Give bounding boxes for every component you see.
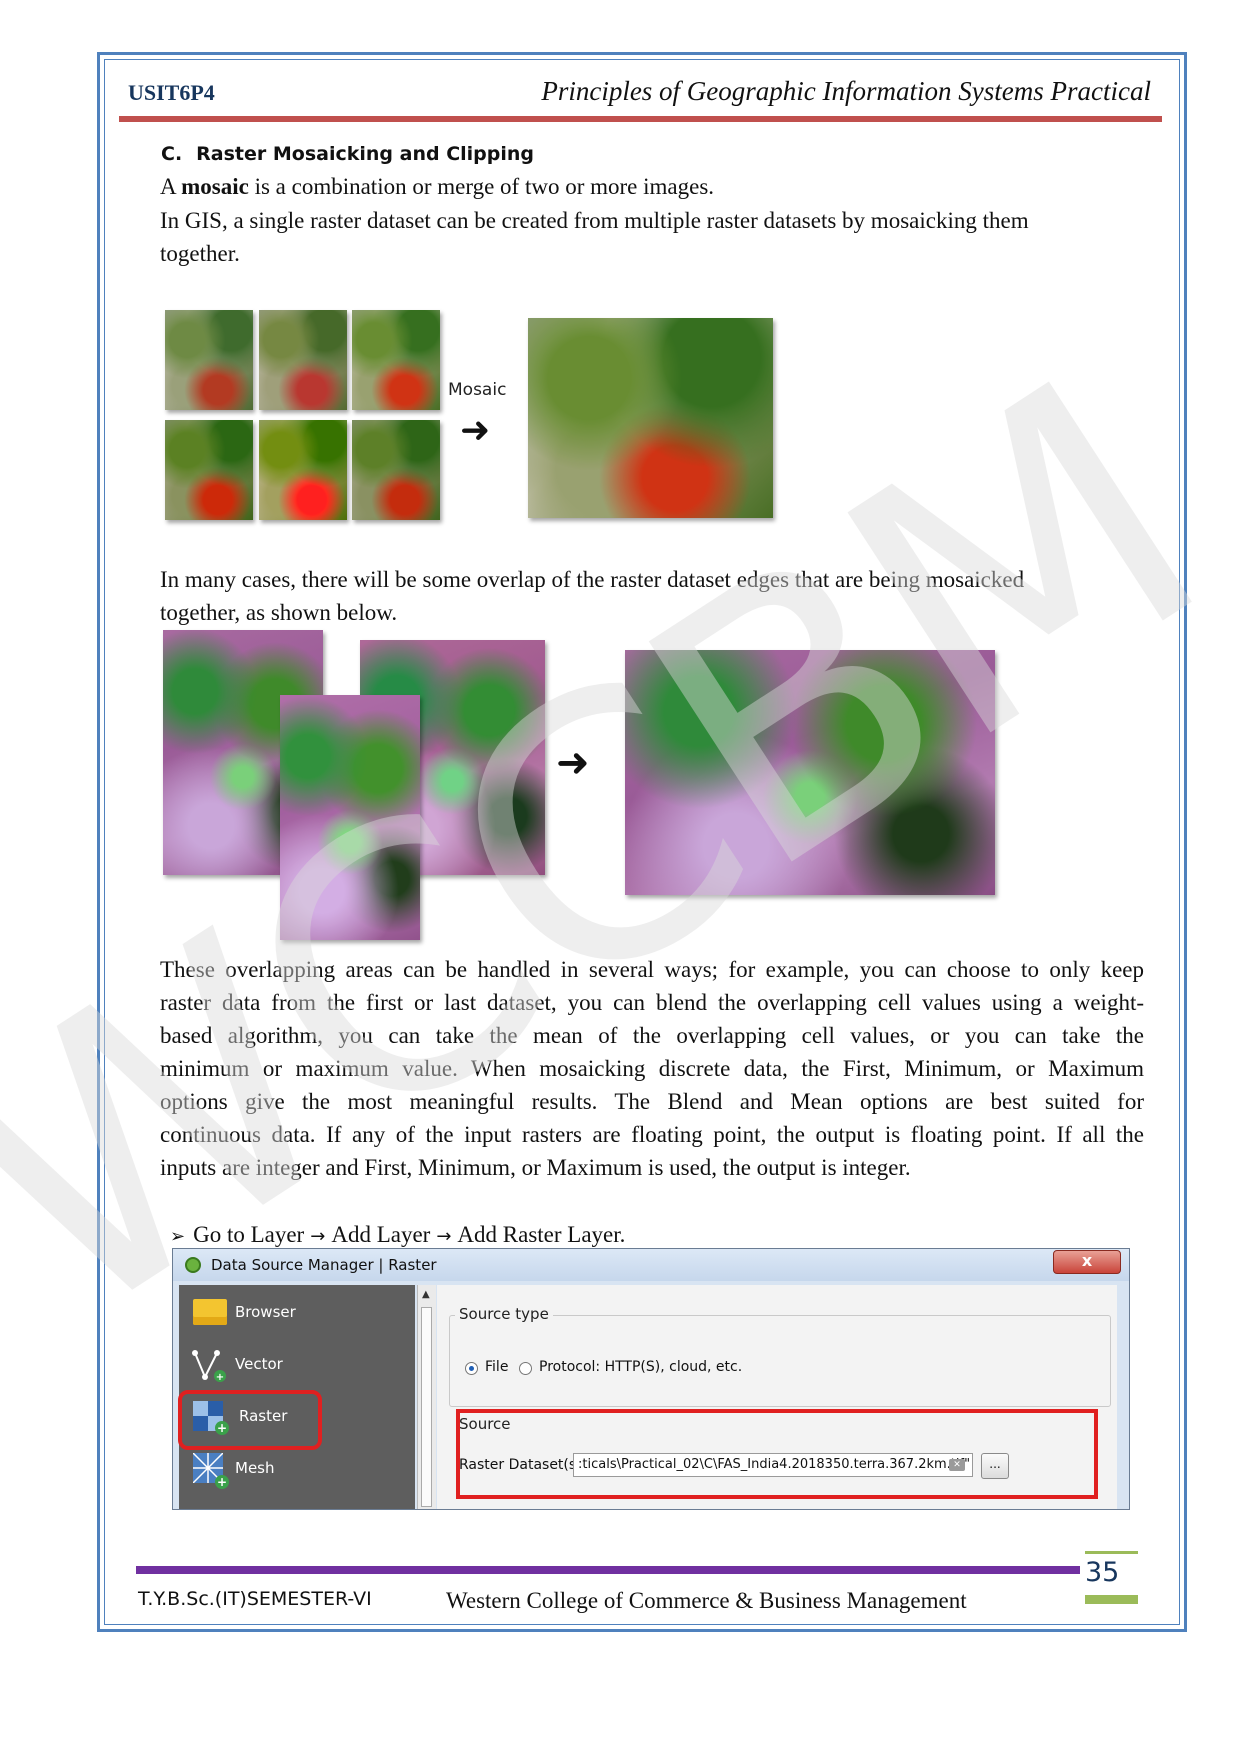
mosaic-label: Mosaic (448, 380, 507, 400)
bullet-arrow-icon: ➢ (170, 1226, 186, 1247)
protocol-radio-label: Protocol: HTTP(S), cloud, etc. (539, 1359, 743, 1375)
step-instruction: ➢ Go to Layer → Add Layer → Add Raster Layer. (170, 1222, 626, 1247)
source-type-label: Source type (455, 1305, 553, 1323)
file-radio-label: File (485, 1359, 509, 1375)
overlap-text-line-1: In many cases, there will be some overla… (160, 567, 1025, 592)
footer-college: Western College of Commerce & Business M… (446, 1588, 967, 1613)
dialog-title-bar: Data Source Manager | Raster x (173, 1249, 1129, 1281)
right-arrow-icon: ➜ (556, 740, 590, 786)
raster-highlight-box (178, 1390, 322, 1450)
section-heading: C. Raster Mosaicking and Clipping (161, 143, 534, 165)
sidebar-item-vector[interactable]: + Vector (187, 1343, 407, 1389)
raster-tile-4 (165, 420, 253, 520)
qgis-logo-icon (185, 1257, 201, 1273)
svg-text:+: + (216, 1372, 224, 1383)
raster-tile-1 (165, 310, 253, 410)
vector-layer-icon: + (192, 1350, 226, 1383)
mosaic-result-image (528, 318, 773, 518)
section-letter: C. (161, 143, 183, 165)
raster-tile-2 (259, 310, 347, 410)
intro-paragraph-1: A mosaic is a combination or merge of tw… (160, 174, 715, 199)
add-icon: + (215, 1475, 229, 1489)
sidebar-scrollbar[interactable]: ▲ (417, 1285, 436, 1509)
file-radio[interactable] (465, 1362, 478, 1375)
raster-tile-6 (352, 420, 440, 520)
section-title: Raster Mosaicking and Clipping (196, 143, 535, 165)
footer-semester: T.Y.B.Sc.(IT)SEMESTER-VI (138, 1588, 372, 1610)
course-code: USIT6P4 (128, 80, 215, 105)
document-title: Principles of Geographic Information Sys… (541, 76, 1151, 106)
sidebar-item-browser[interactable]: Browser (187, 1291, 407, 1337)
arrow-icon: → (436, 1226, 452, 1247)
protocol-radio[interactable] (519, 1362, 532, 1375)
intro-paragraph-2-line-1: In GIS, a single raster dataset can be c… (160, 208, 1029, 233)
scroll-up-icon[interactable]: ▲ (422, 1289, 430, 1300)
raster-tile-5 (259, 420, 347, 520)
scrollbar-thumb[interactable] (421, 1307, 432, 1507)
header-rule (119, 116, 1162, 122)
overlap-raster-3 (280, 695, 420, 940)
page-number: 35 (1085, 1557, 1120, 1588)
footer-rule (136, 1566, 1080, 1574)
mosaic-term: mosaic (181, 174, 249, 199)
intro-paragraph-2-line-2: together. (160, 241, 240, 266)
right-arrow-icon: ➜ (460, 410, 491, 451)
source-highlight-box (456, 1409, 1098, 1499)
overlap-result-image (625, 650, 995, 895)
page-number-accent-top (1085, 1551, 1138, 1554)
raster-tile-3 (352, 310, 440, 410)
page-number-accent-bottom (1085, 1595, 1138, 1604)
overlap-text-line-2: together, as shown below. (160, 600, 398, 625)
dialog-title: Data Source Manager | Raster (211, 1256, 437, 1274)
close-button[interactable]: x (1053, 1250, 1121, 1274)
folder-icon (193, 1299, 227, 1325)
arrow-icon: → (310, 1226, 326, 1247)
sidebar-item-mesh[interactable]: + Mesh (187, 1447, 407, 1493)
overlap-handling-paragraph: These overlapping areas can be handled i… (160, 957, 1144, 1180)
